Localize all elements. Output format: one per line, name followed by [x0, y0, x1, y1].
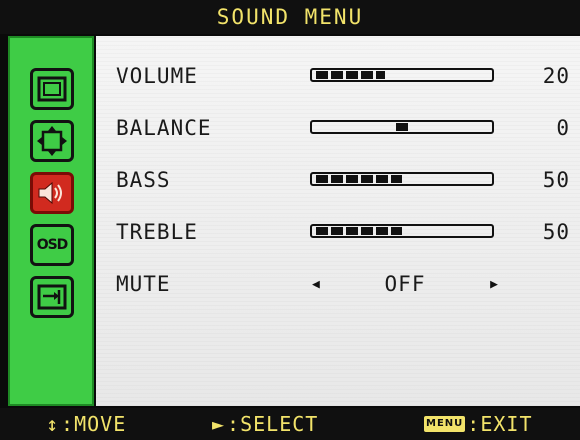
mute-selector[interactable]: ◀ OFF ▶ — [312, 272, 498, 296]
volume-slider[interactable] — [310, 68, 494, 82]
setting-label: VOLUME — [116, 64, 198, 88]
setting-value: 0 — [556, 116, 570, 140]
menu-key-icon: MENU — [424, 416, 466, 432]
speaker-icon — [38, 181, 62, 205]
sidebar-item-geometry[interactable] — [30, 120, 74, 162]
slider-fill — [316, 71, 385, 79]
hint-exit-label: :EXIT — [467, 412, 533, 436]
setting-value: 50 — [542, 168, 570, 192]
sidebar-item-sound[interactable] — [30, 172, 74, 214]
setting-label: BASS — [116, 168, 171, 192]
title-bar: SOUND MENU — [0, 0, 580, 34]
mute-value: OFF — [384, 272, 426, 296]
hint-move: ↕ :MOVE — [46, 412, 126, 436]
setting-value: 20 — [542, 64, 570, 88]
bass-slider[interactable] — [310, 172, 494, 186]
hint-move-label: :MOVE — [61, 412, 127, 436]
sidebar-item-osd[interactable]: OSD — [30, 224, 74, 266]
hint-exit: MENU :EXIT — [424, 412, 533, 436]
setting-row-balance[interactable]: BALANCE 0 — [96, 108, 580, 148]
arrow-left-icon[interactable]: ◀ — [312, 277, 320, 292]
footer-hints: ↕ :MOVE ► :SELECT MENU :EXIT — [0, 408, 580, 440]
sidebar-item-exit[interactable] — [30, 276, 74, 318]
right-arrow-icon: ► — [212, 412, 226, 436]
slider-fill — [316, 227, 402, 235]
sidebar: OSD — [8, 36, 94, 406]
hint-select: ► :SELECT — [212, 412, 318, 436]
up-down-arrow-icon: ↕ — [46, 412, 60, 436]
setting-row-treble[interactable]: TREBLE 50 — [96, 212, 580, 252]
arrow-right-icon[interactable]: ▶ — [490, 277, 498, 292]
geometry-icon — [37, 126, 67, 156]
setting-label: BALANCE — [116, 116, 212, 140]
setting-value: 50 — [542, 220, 570, 244]
setting-row-volume[interactable]: VOLUME 20 — [96, 56, 580, 96]
setting-label: MUTE — [116, 272, 171, 296]
osd-icon: OSD — [36, 237, 69, 253]
sidebar-item-picture[interactable] — [30, 68, 74, 110]
sound-settings-panel: VOLUME 20 BALANCE 0 BASS 50 TREBLE 50 MU… — [96, 36, 580, 406]
setting-row-mute[interactable]: MUTE ◀ OFF ▶ — [96, 264, 580, 304]
menu-title: SOUND MENU — [216, 5, 364, 29]
setting-label: TREBLE — [116, 220, 198, 244]
slider-fill — [316, 175, 402, 183]
balance-slider[interactable] — [310, 120, 494, 134]
exit-input-icon — [37, 284, 67, 310]
treble-slider[interactable] — [310, 224, 494, 238]
slider-knob — [396, 123, 408, 131]
hint-select-label: :SELECT — [227, 412, 319, 436]
setting-row-bass[interactable]: BASS 50 — [96, 160, 580, 200]
picture-icon — [37, 76, 67, 102]
